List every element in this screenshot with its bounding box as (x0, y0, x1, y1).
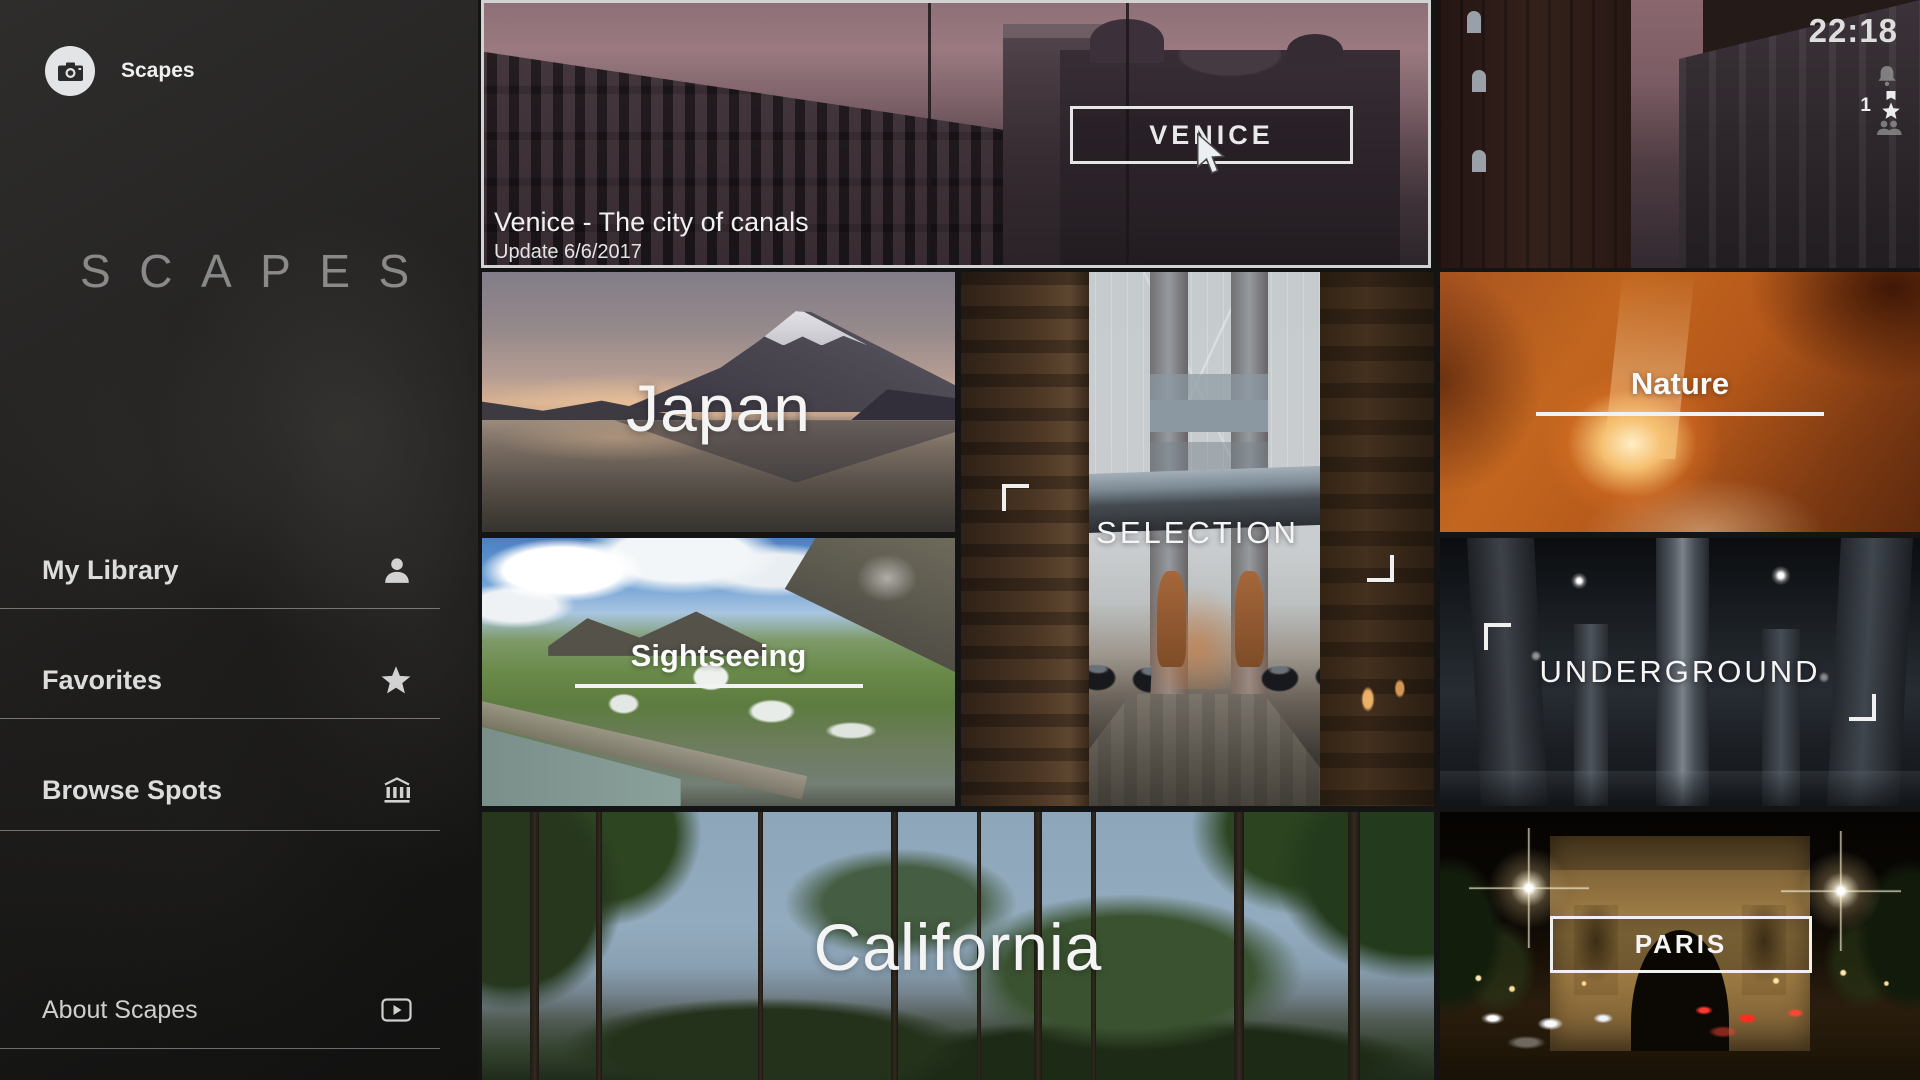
tile-label-paris: PARIS (1635, 929, 1728, 960)
snow-cap-shape (732, 311, 868, 345)
museum-icon (382, 777, 412, 804)
app-logo: Scapes (45, 46, 195, 96)
video-play-icon (381, 998, 412, 1022)
sidebar-item-label: My Library (42, 555, 179, 586)
tile-label-selection-group: SELECTION (1002, 484, 1394, 582)
venice-flagpole-shape (928, 3, 931, 265)
label-underline (575, 684, 863, 688)
tile-label-selection: SELECTION (1096, 515, 1299, 551)
tile-selection[interactable]: SELECTION (961, 272, 1434, 806)
app-wordmark: SCAPES (80, 244, 438, 298)
tower-window-shape (1472, 150, 1486, 172)
label-underline (1536, 412, 1824, 416)
ribbon-star-icon (1880, 90, 1902, 121)
tile-venice-banner[interactable]: VENICE Venice - The city of canals Updat… (481, 0, 1431, 268)
brick-tower-shape (1438, 0, 1631, 268)
rated-status: 1 (1860, 90, 1902, 121)
tile-nature[interactable]: Nature (1440, 272, 1920, 532)
tile-label-nature-group: Nature (1440, 366, 1920, 416)
bridge-brace-shape (1150, 400, 1268, 432)
tile-label-underground: UNDERGROUND (1540, 654, 1821, 690)
corner-bracket-icon (1484, 623, 1511, 650)
person-icon (382, 555, 412, 585)
venice-dome-shape (1287, 34, 1343, 68)
tower-window-shape (1472, 70, 1486, 92)
sidebar-divider (0, 1048, 440, 1049)
tile-sightseeing[interactable]: Sightseeing (482, 538, 955, 806)
tile-japan[interactable]: Japan (482, 272, 955, 532)
sidebar-item-label: Browse Spots (42, 775, 222, 806)
tile-underground[interactable]: UNDERGROUND (1440, 538, 1920, 806)
sidebar-item-browse-spots[interactable]: Browse Spots (42, 768, 412, 812)
star-icon (380, 665, 412, 696)
corner-bracket-icon (1367, 555, 1394, 582)
tile-label-nature: Nature (1631, 366, 1729, 402)
paris-label-box: PARIS (1550, 916, 1812, 973)
sidebar: Scapes SCAPES My Library Favorites Br (0, 0, 478, 1080)
tile-california[interactable]: California (482, 812, 1434, 1080)
banner-caption-title: Venice - The city of canals (494, 207, 809, 238)
tile-label-underground-group: UNDERGROUND (1484, 623, 1876, 721)
rated-count: 1 (1860, 95, 1871, 117)
banner-caption-update: Update 6/6/2017 (494, 241, 642, 264)
people-icon (1876, 120, 1902, 136)
tile-label-japan: Japan (482, 370, 955, 446)
tile-label-sightseeing: Sightseeing (631, 638, 807, 674)
sidebar-divider (0, 608, 440, 609)
sidebar-divider (0, 718, 440, 719)
sidebar-item-about-scapes[interactable]: About Scapes (42, 988, 412, 1032)
tower-window-shape (1467, 11, 1481, 33)
tile-label-california: California (482, 909, 1434, 985)
bell-icon (1876, 64, 1898, 89)
scapes-app: Scapes SCAPES My Library Favorites Br (0, 0, 1920, 1080)
corner-bracket-icon (1002, 484, 1029, 511)
sidebar-divider (0, 830, 440, 831)
tile-paris[interactable]: PARIS (1440, 812, 1920, 1080)
sidebar-item-label: Favorites (42, 665, 162, 696)
tile-label-sightseeing-group: Sightseeing (482, 638, 955, 688)
bridge-pier-shape (1235, 571, 1263, 667)
camera-icon (45, 46, 95, 96)
floor-reflection-shape (1440, 771, 1920, 806)
bridge-pier-shape (1157, 571, 1185, 667)
sidebar-item-favorites[interactable]: Favorites (42, 658, 412, 702)
app-logo-label: Scapes (121, 59, 195, 83)
system-clock: 22:18 (1809, 12, 1898, 50)
corner-bracket-icon (1849, 694, 1876, 721)
sidebar-item-my-library[interactable]: My Library (42, 548, 412, 592)
mouse-cursor (1196, 133, 1230, 177)
sidebar-item-label: About Scapes (42, 996, 198, 1025)
